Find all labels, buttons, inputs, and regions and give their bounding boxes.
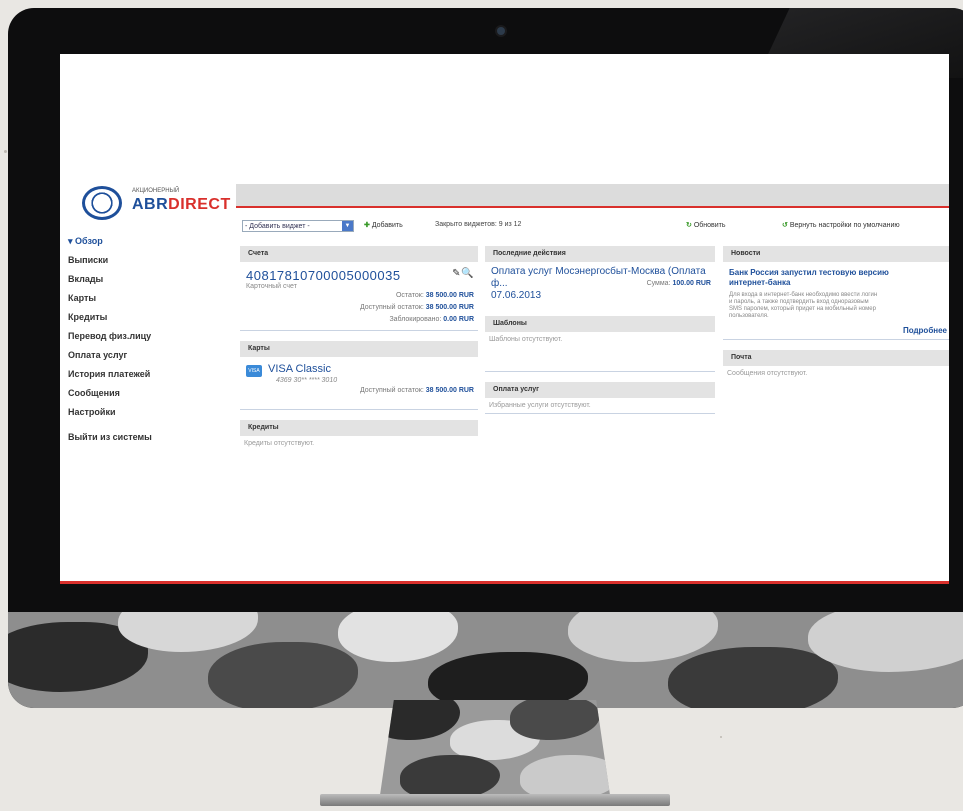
refresh-icon: ↻ [686, 222, 692, 229]
sidebar-item-messages[interactable]: Сообщения [68, 384, 228, 403]
last-actions-header[interactable]: Последние действия [485, 246, 715, 262]
add-widget-button[interactable]: ✚ Добавить [364, 221, 403, 229]
widget-count: Закрыто виджетов: 9 из 12 [435, 221, 522, 228]
reset-defaults-button[interactable]: ↺ Вернуть настройки по умолчанию [782, 221, 900, 229]
cards-widget-header[interactable]: Карты [240, 341, 478, 357]
mail-empty: Сообщения отсутствуют. [727, 370, 808, 377]
card-item[interactable]: VISA VISA Classic 4369 30** **** 3010 До… [240, 363, 478, 405]
monitor: АКЦИОНЕРНЫЙ ABRDIRECT ▾ Обзор Выписки Вк… [8, 8, 963, 708]
balance-row: Остаток: 38 500.00 RUR [395, 292, 474, 299]
screen: АКЦИОНЕРНЫЙ ABRDIRECT ▾ Обзор Выписки Вк… [60, 54, 949, 584]
column-left: Счета 40817810700005000035 ✎🔍 Карточный с… [240, 246, 478, 447]
edit-search-icons[interactable]: ✎🔍 [452, 268, 474, 279]
blocked-row: Заблокировано: 0.00 RUR [389, 316, 474, 323]
sidebar-item-deposits[interactable]: Вклады [68, 270, 228, 289]
bank-logo: АКЦИОНЕРНЫЙ ABRDIRECT [82, 184, 232, 226]
column-middle: Последние действия Оплата услуг Мосэнерг… [485, 246, 715, 424]
camera-icon [497, 27, 505, 35]
account-type: Карточный счет [246, 283, 297, 290]
widget-toolbar: - Добавить виджет - ▼ ✚ Добавить Закрыто … [242, 220, 949, 234]
monitor-stand [380, 700, 610, 795]
news-body: Для входа в интернет-банк необходимо вве… [729, 292, 878, 319]
news-title[interactable]: Банк Россия запустил тестовую версию инте… [729, 268, 949, 288]
last-action-item[interactable]: Оплата услуг Мосэнергосбыт-Москва (Оплат… [491, 266, 711, 302]
sidebar-item-transfer[interactable]: Перевод физ.лицу [68, 327, 228, 346]
chevron-down-icon: ▼ [342, 221, 353, 231]
logo-emblem-icon [82, 186, 122, 220]
monitor-chin [8, 612, 963, 708]
sidebar-item-statements[interactable]: Выписки [68, 251, 228, 270]
card-number: 4369 30** **** 3010 [276, 377, 338, 384]
bg-speck [4, 150, 7, 153]
payments-header[interactable]: Оплата услуг [485, 382, 715, 398]
credits-widget-header[interactable]: Кредиты [240, 420, 478, 436]
column-right: Новости Банк Россия запустил тестовую ве… [723, 246, 949, 377]
logout-link[interactable]: Выйти из системы [68, 428, 228, 447]
sidebar-item-credits[interactable]: Кредиты [68, 308, 228, 327]
widget-select[interactable]: - Добавить виджет - ▼ [242, 220, 354, 232]
available-row: Доступный остаток: 38 500.00 RUR [359, 304, 474, 311]
card-name[interactable]: VISA Classic [268, 363, 331, 375]
mail-header[interactable]: Почта [723, 350, 949, 366]
add-icon: ✚ [364, 222, 370, 229]
top-bar [236, 184, 949, 206]
templates-empty: Шаблоны отсутствуют. [489, 336, 563, 343]
templates-header[interactable]: Шаблоны [485, 316, 715, 332]
monitor-base [320, 794, 670, 806]
news-header[interactable]: Новости [723, 246, 949, 262]
credits-empty: Кредиты отсутствуют. [244, 440, 315, 447]
card-balance: Доступный остаток: 38 500.00 RUR [359, 387, 474, 394]
sidebar-item-overview[interactable]: ▾ Обзор [68, 232, 228, 251]
accounts-widget-header[interactable]: Счета [240, 246, 478, 262]
sidebar-item-payments[interactable]: Оплата услуг [68, 346, 228, 365]
account-number[interactable]: 40817810700005000035 ✎🔍 [246, 268, 478, 283]
visa-card-icon: VISA [246, 365, 262, 377]
sidebar-item-history[interactable]: История платежей [68, 365, 228, 384]
reset-icon: ↺ [782, 222, 788, 229]
news-more-link[interactable]: Подробнее [723, 326, 947, 335]
sidebar-item-cards[interactable]: Карты [68, 289, 228, 308]
sidebar-item-settings[interactable]: Настройки [68, 403, 228, 422]
payments-empty: Избранные услуги отсутствуют. [489, 402, 591, 409]
sidebar-nav: ▾ Обзор Выписки Вклады Карты Кредиты Пер… [68, 232, 228, 447]
refresh-button[interactable]: ↻ Обновить [686, 221, 726, 229]
bg-speck [720, 736, 722, 738]
divider [236, 206, 949, 208]
